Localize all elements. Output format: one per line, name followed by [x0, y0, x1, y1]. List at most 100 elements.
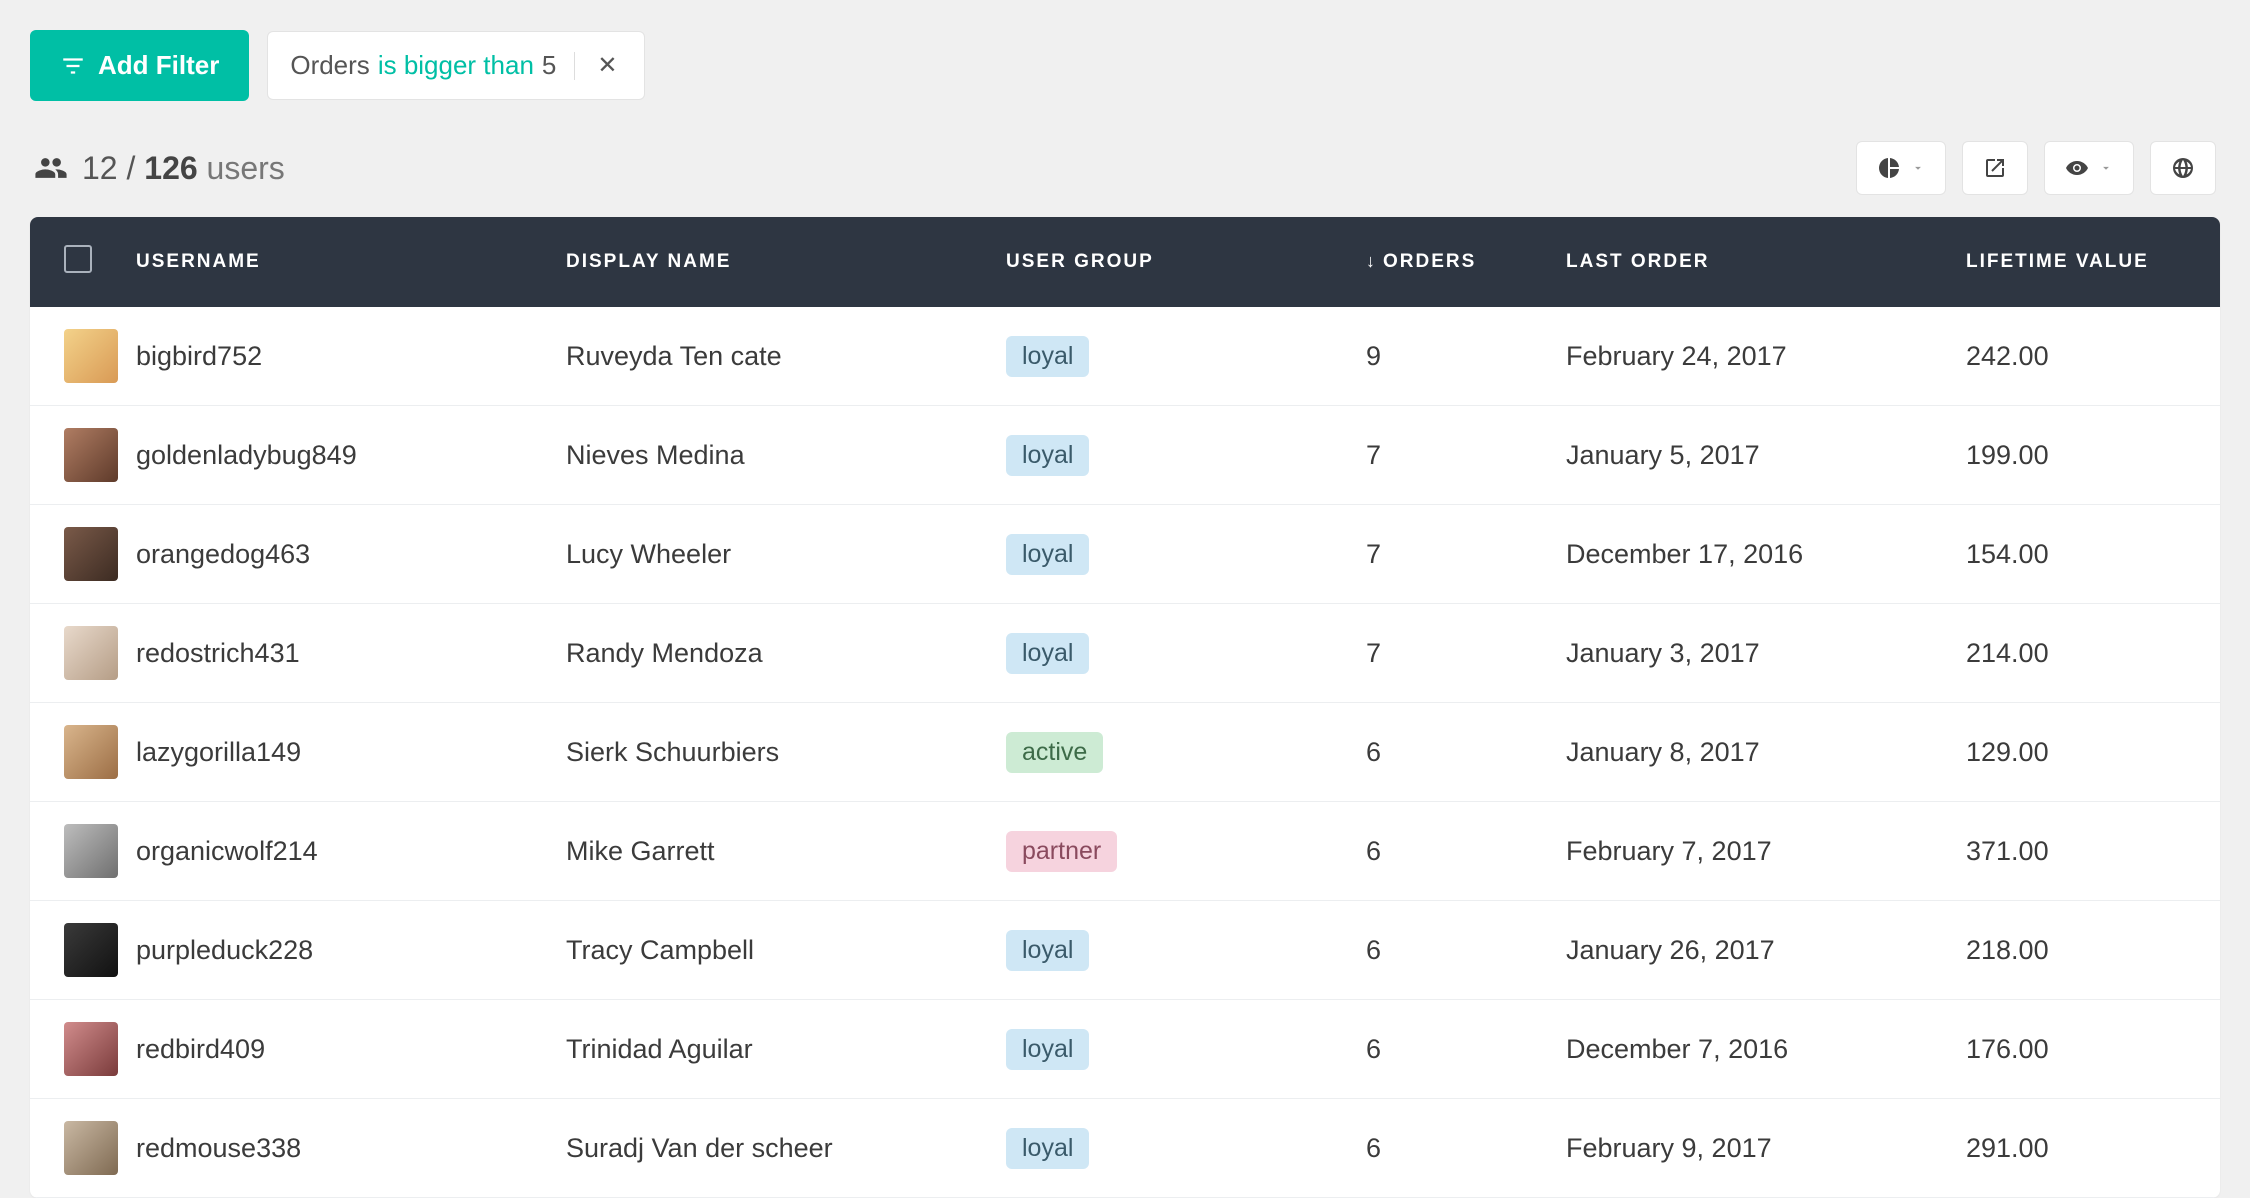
filter-chip-orders[interactable]: Orders is bigger than 5 ✕	[267, 31, 644, 100]
cell-lifetime-value: 199.00	[1966, 440, 2049, 470]
cell-display-name: Trinidad Aguilar	[566, 1034, 753, 1064]
filter-chip-divider	[574, 52, 575, 80]
filter-icon	[60, 53, 86, 79]
user-group-badge: loyal	[1006, 534, 1089, 575]
cell-last-order: December 17, 2016	[1566, 539, 1803, 569]
cell-last-order: February 24, 2017	[1566, 341, 1787, 371]
avatar	[64, 626, 118, 680]
filter-bar: Add Filter Orders is bigger than 5 ✕	[30, 30, 2220, 101]
cell-username: goldenladybug849	[136, 440, 357, 470]
cell-orders: 6	[1366, 1133, 1381, 1163]
cell-username: purpleduck228	[136, 935, 313, 965]
cell-display-name: Randy Mendoza	[566, 638, 763, 668]
users-table: USERNAME DISPLAY NAME USER GROUP ↓ORDERS…	[30, 217, 2220, 1198]
cell-username: redmouse338	[136, 1133, 301, 1163]
record-count: 12 / 126 users	[34, 150, 285, 187]
select-all-checkbox[interactable]	[64, 245, 92, 273]
cell-display-name: Mike Garrett	[566, 836, 715, 866]
cell-username: organicwolf214	[136, 836, 318, 866]
col-header-last-order[interactable]: LAST ORDER	[1566, 217, 1966, 307]
eye-icon	[2065, 156, 2089, 180]
cell-username: redostrich431	[136, 638, 300, 668]
cell-lifetime-value: 176.00	[1966, 1034, 2049, 1064]
table-row[interactable]: organicwolf214 Mike Garrett partner 6 Februa…	[30, 802, 2220, 901]
filter-chip-field: Orders	[290, 50, 369, 81]
cell-orders: 6	[1366, 737, 1381, 767]
export-button[interactable]	[1962, 141, 2028, 195]
cell-display-name: Suradj Van der scheer	[566, 1133, 833, 1163]
cell-display-name: Nieves Medina	[566, 440, 745, 470]
cell-username: lazygorilla149	[136, 737, 301, 767]
visibility-button[interactable]	[2044, 141, 2134, 195]
cell-lifetime-value: 218.00	[1966, 935, 2049, 965]
cell-username: orangedog463	[136, 539, 310, 569]
sort-desc-icon: ↓	[1366, 251, 1377, 271]
cell-username: bigbird752	[136, 341, 262, 371]
add-filter-label: Add Filter	[98, 50, 219, 81]
table-row[interactable]: orangedog463 Lucy Wheeler loyal 7 December 1…	[30, 505, 2220, 604]
chevron-down-icon	[1911, 161, 1925, 175]
cell-lifetime-value: 129.00	[1966, 737, 2049, 767]
table-row[interactable]: lazygorilla149Sierk Schuurbiersactive6Ja…	[30, 703, 2220, 802]
cell-lifetime-value: 154.00	[1966, 539, 2049, 569]
user-group-badge: loyal	[1006, 1029, 1089, 1070]
cell-username: redbird409	[136, 1034, 265, 1064]
avatar	[64, 428, 118, 482]
cell-orders: 9	[1366, 341, 1381, 371]
count-shown: 12	[82, 150, 118, 186]
col-header-username[interactable]: USERNAME	[136, 217, 566, 307]
cell-display-name: Tracy Campbell	[566, 935, 754, 965]
table-row[interactable]: purpleduck228 Tracy Campbell loyal 6 January…	[30, 901, 2220, 1000]
cell-last-order: January 8, 2017	[1566, 737, 1760, 767]
summary-row: 12 / 126 users	[30, 141, 2220, 195]
globe-icon	[2171, 156, 2195, 180]
chevron-down-icon	[2099, 161, 2113, 175]
cell-lifetime-value: 242.00	[1966, 341, 2049, 371]
table-row[interactable]: redmouse338Suradj Van der scheerloyal6Fe…	[30, 1099, 2220, 1198]
user-group-badge: loyal	[1006, 930, 1089, 971]
globe-button[interactable]	[2150, 141, 2216, 195]
cell-last-order: February 7, 2017	[1566, 836, 1772, 866]
table-row[interactable]: redostrich431 Randy Mendoza loyal 7 January …	[30, 604, 2220, 703]
count-separator: /	[126, 150, 135, 186]
cell-orders: 6	[1366, 1034, 1381, 1064]
user-group-badge: partner	[1006, 831, 1117, 872]
col-header-orders[interactable]: ↓ORDERS	[1366, 217, 1566, 307]
cell-lifetime-value: 371.00	[1966, 836, 2049, 866]
avatar	[64, 824, 118, 878]
cell-orders: 6	[1366, 935, 1381, 965]
table-row[interactable]: goldenladybug849Nieves Medinaloyal7Janua…	[30, 406, 2220, 505]
avatar	[64, 1022, 118, 1076]
avatar	[64, 527, 118, 581]
avatar	[64, 725, 118, 779]
cell-last-order: January 3, 2017	[1566, 638, 1760, 668]
col-header-user-group[interactable]: USER GROUP	[1006, 217, 1366, 307]
cell-orders: 7	[1366, 539, 1381, 569]
filter-chip-remove[interactable]: ✕	[593, 54, 621, 78]
users-icon	[34, 151, 68, 185]
count-total: 126	[144, 150, 197, 186]
cell-display-name: Ruveyda Ten cate	[566, 341, 782, 371]
cell-orders: 7	[1366, 440, 1381, 470]
export-icon	[1983, 156, 2007, 180]
filter-chip-operator: is bigger than	[378, 50, 534, 81]
cell-last-order: February 9, 2017	[1566, 1133, 1772, 1163]
cell-display-name: Sierk Schuurbiers	[566, 737, 779, 767]
count-label: users	[207, 150, 285, 186]
table-row[interactable]: bigbird752 Ruveyda Ten cate loyal 9 February…	[30, 307, 2220, 406]
user-group-badge: loyal	[1006, 435, 1089, 476]
cell-lifetime-value: 291.00	[1966, 1133, 2049, 1163]
avatar	[64, 1121, 118, 1175]
cell-orders: 7	[1366, 638, 1381, 668]
filter-chip-value: 5	[542, 50, 556, 81]
table-row[interactable]: redbird409Trinidad Aguilarloyal6December…	[30, 1000, 2220, 1099]
cell-last-order: January 26, 2017	[1566, 935, 1775, 965]
chart-button[interactable]	[1856, 141, 1946, 195]
cell-orders: 6	[1366, 836, 1381, 866]
user-group-badge: loyal	[1006, 336, 1089, 377]
user-group-badge: loyal	[1006, 633, 1089, 674]
add-filter-button[interactable]: Add Filter	[30, 30, 249, 101]
col-header-lifetime-value[interactable]: LIFETIME VALUE	[1966, 217, 2220, 307]
col-header-display-name[interactable]: DISPLAY NAME	[566, 217, 1006, 307]
cell-display-name: Lucy Wheeler	[566, 539, 731, 569]
